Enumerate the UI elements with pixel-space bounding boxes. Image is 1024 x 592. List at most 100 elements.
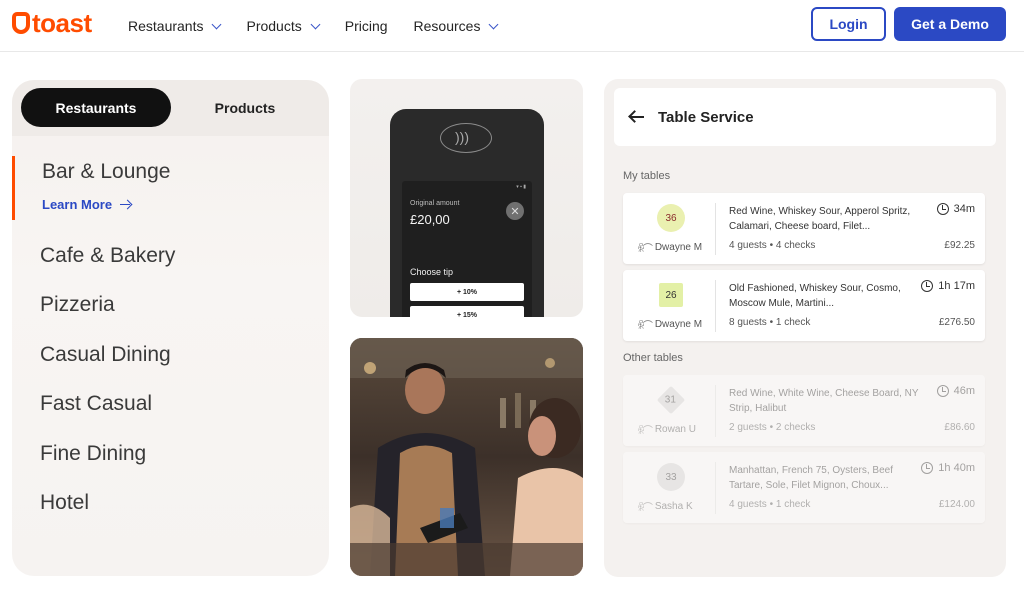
toggle-restaurants[interactable]: Restaurants	[21, 88, 171, 127]
guests-checks: 2 guests • 2 checks	[729, 422, 816, 433]
arrow-right-icon	[120, 203, 131, 206]
table-card[interactable]: 31 ꆜ⌒ Rowan U Red Wine, White Wine, Chees…	[623, 375, 985, 446]
chevron-down-icon	[489, 19, 499, 29]
users-icon: ꆜ⌒	[637, 321, 653, 332]
order-items: Old Fashioned, Whiskey Sour, Cosmo, Mosc…	[729, 283, 901, 309]
users-icon: ꆜ⌒	[637, 426, 653, 437]
segment-item[interactable]: Fast Casual	[40, 391, 175, 440]
segment-list: Cafe & Bakery Pizzeria Casual Dining Fas…	[40, 243, 175, 539]
table-card[interactable]: 36 ꆜ⌒ Dwayne M Red Wine, Whiskey Sour, Ap…	[623, 193, 985, 264]
payment-device-card: ))) ▾ ▪ ▮ Original amount £20,00 ✕ Choos…	[350, 79, 583, 317]
table-card[interactable]: 26 ꆜ⌒ Dwayne M Old Fashioned, Whiskey Sou…	[623, 270, 985, 341]
toast-logo-icon	[12, 12, 30, 34]
table-number-badge: 31	[656, 385, 686, 415]
divider	[715, 385, 716, 437]
server: ꆜ⌒ Dwayne M	[637, 317, 702, 332]
nav-label: Products	[246, 18, 302, 34]
main-nav: Restaurants Products Pricing Resources	[128, 16, 523, 36]
learn-more-link[interactable]: Learn More	[42, 197, 131, 212]
users-icon: ꆜ⌒	[637, 503, 653, 514]
table-service-header: Table Service	[614, 88, 996, 146]
chevron-down-icon	[310, 19, 321, 29]
table-number: 26	[665, 289, 677, 301]
elapsed-time: 1h 40m	[921, 462, 975, 474]
segment-toggle: Restaurants Products	[12, 80, 329, 136]
bartender-photo-image	[350, 338, 583, 576]
server-name: Sasha K	[654, 501, 693, 512]
toggle-products[interactable]: Products	[177, 88, 313, 127]
segments-panel: Restaurants Products Bar & Lounge Learn …	[12, 80, 329, 576]
table-service-title: Table Service	[658, 108, 754, 126]
choose-tip-label: Choose tip	[410, 267, 454, 277]
divider	[715, 462, 716, 514]
table-service-panel: Table Service My tables 36 ꆜ⌒ Dwayne M Re…	[604, 79, 1006, 577]
learn-more-label: Learn More	[42, 197, 113, 212]
server: ꆜ⌒ Sasha K	[637, 499, 693, 514]
table-number: 36	[665, 212, 677, 224]
arrow-left-icon[interactable]	[630, 116, 644, 118]
clock-icon	[921, 462, 934, 474]
active-indicator	[12, 156, 15, 220]
elapsed-time: 46m	[936, 385, 975, 397]
nav-label: Pricing	[344, 18, 388, 34]
handheld-device: ))) ▾ ▪ ▮ Original amount £20,00 ✕ Choos…	[390, 109, 544, 317]
server-name: Rowan U	[654, 424, 696, 435]
table-card[interactable]: 33 ꆜ⌒ Sasha K Manhattan, French 75, Oyste…	[623, 452, 985, 523]
order-items: Red Wine, Whiskey Sour, Apperol Spritz, …	[729, 206, 911, 232]
elapsed-time: 34m	[936, 203, 975, 215]
nav-pricing[interactable]: Pricing	[345, 16, 388, 36]
table-total: £124.00	[938, 499, 975, 510]
divider	[715, 280, 716, 332]
table-total: £92.25	[944, 240, 975, 251]
nav-restaurants[interactable]: Restaurants	[128, 16, 222, 36]
elapsed-time: 1h 17m	[921, 280, 975, 292]
segment-item[interactable]: Hotel	[40, 490, 175, 539]
segment-item[interactable]: Cafe & Bakery	[40, 243, 175, 292]
chevron-down-icon	[212, 19, 222, 29]
my-tables-label: My tables	[623, 170, 671, 182]
clock-icon	[921, 280, 934, 292]
table-total: £276.50	[938, 317, 975, 328]
close-icon[interactable]: ✕	[506, 202, 524, 220]
guests-checks: 4 guests • 1 check	[729, 499, 811, 510]
order-items: Red Wine, White Wine, Cheese Board, NY S…	[729, 388, 919, 414]
guests-checks: 8 guests • 1 check	[729, 317, 811, 328]
elapsed-time-value: 34m	[953, 203, 975, 215]
table-number-badge: 36	[657, 204, 685, 232]
table-number: 31	[665, 394, 677, 406]
divider	[715, 203, 716, 255]
original-amount: £20,00	[410, 212, 450, 227]
table-total: £86.60	[944, 422, 975, 433]
segment-item[interactable]: Casual Dining	[40, 342, 175, 391]
tip-option-15[interactable]: + 15%	[410, 306, 524, 317]
tip-option-10[interactable]: + 10%	[410, 283, 524, 301]
device-screen: ▾ ▪ ▮ Original amount £20,00 ✕ Choose ti…	[402, 181, 532, 317]
segment-bar-lounge[interactable]: Bar & Lounge	[42, 160, 170, 184]
server: ꆜ⌒ Rowan U	[637, 422, 696, 437]
login-button[interactable]: Login	[811, 7, 886, 41]
original-amount-label: Original amount	[410, 200, 460, 207]
logo-text: toast	[32, 8, 92, 38]
other-tables-label: Other tables	[623, 352, 683, 364]
nav-products[interactable]: Products	[246, 16, 321, 36]
elapsed-time-value: 46m	[953, 385, 975, 397]
server: ꆜ⌒ Dwayne M	[637, 240, 702, 255]
server-name: Dwayne M	[654, 319, 703, 330]
toast-logo[interactable]: toast	[12, 9, 92, 37]
status-bar: ▾ ▪ ▮	[516, 184, 526, 190]
nav-label: Resources	[413, 18, 481, 34]
table-number: 33	[665, 471, 677, 483]
get-demo-button[interactable]: Get a Demo	[894, 7, 1006, 41]
table-number-badge: 33	[657, 463, 685, 491]
nav-resources[interactable]: Resources	[413, 16, 499, 36]
clock-icon	[936, 385, 949, 397]
elapsed-time-value: 1h 17m	[938, 280, 975, 292]
contactless-icon: )))	[440, 123, 492, 153]
table-number-badge: 26	[659, 283, 683, 307]
guests-checks: 4 guests • 4 checks	[729, 240, 816, 251]
segment-item[interactable]: Pizzeria	[40, 292, 175, 341]
segment-item[interactable]: Fine Dining	[40, 441, 175, 490]
order-items: Manhattan, French 75, Oysters, Beef Tart…	[729, 465, 893, 491]
bartender-photo	[350, 338, 583, 576]
elapsed-time-value: 1h 40m	[938, 462, 975, 474]
